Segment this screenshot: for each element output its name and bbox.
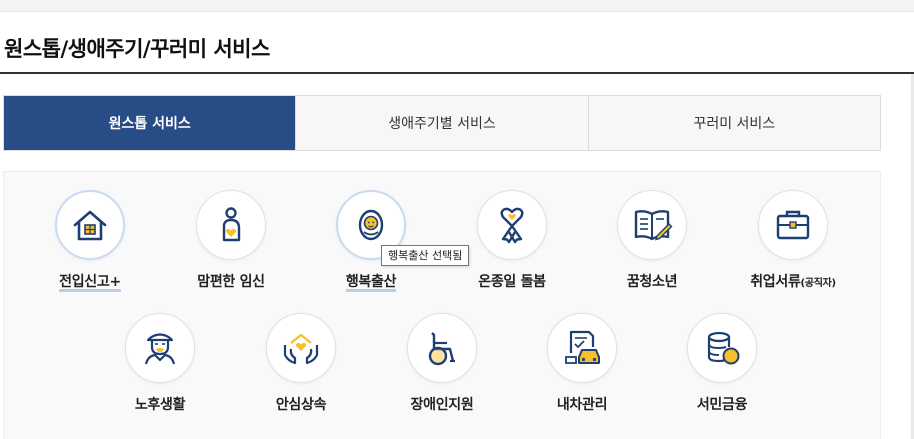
- service-all-day-care[interactable]: 온종일 돌봄: [452, 190, 572, 291]
- service-icon-circle: [125, 313, 195, 383]
- coins-icon: [707, 331, 740, 365]
- service-youth-dream[interactable]: 꿈청소년: [592, 190, 712, 291]
- service-label: 장애인지원: [410, 397, 474, 413]
- baby-icon: [358, 209, 384, 241]
- service-label: 내차관리: [556, 397, 608, 413]
- service-employment-documents[interactable]: 취업서류(공직자): [733, 190, 853, 291]
- service-icon-circle: [617, 190, 687, 260]
- service-icon-circle: [547, 313, 617, 383]
- service-label: 서민금융: [696, 397, 748, 413]
- open-book-icon: [634, 210, 673, 241]
- service-label: 맘편한 임신: [197, 274, 265, 290]
- car-document-icon: [565, 330, 600, 364]
- ribbon-heart-icon: [500, 207, 524, 244]
- service-disability-support[interactable]: 장애인지원: [382, 313, 502, 414]
- service-tabs: 원스톱 서비스 생애주기별 서비스 꾸러미 서비스: [3, 95, 881, 151]
- briefcase-icon: [776, 210, 810, 240]
- service-pregnancy[interactable]: 맘편한 임신: [171, 190, 291, 291]
- service-label: 행복출산: [345, 274, 397, 290]
- house-icon: [73, 210, 107, 241]
- service-icon-circle: [407, 313, 477, 383]
- pregnant-woman-icon: [222, 207, 241, 242]
- service-label: 안심상속: [275, 397, 327, 413]
- tab-lifecycle[interactable]: 생애주기별 서비스: [296, 96, 589, 150]
- service-retirement-life[interactable]: 노후생활: [100, 313, 220, 414]
- service-move-in-report[interactable]: 전입신고+: [30, 190, 150, 291]
- service-my-car-management[interactable]: 내차관리: [522, 313, 642, 414]
- service-label: 취업서류(공직자): [750, 274, 836, 290]
- service-label: 꿈청소년: [626, 274, 678, 290]
- tab-onestop[interactable]: 원스톱 서비스: [4, 96, 297, 150]
- service-label: 온종일 돌봄: [478, 274, 546, 290]
- service-label: 전입신고+: [59, 274, 121, 290]
- tab-package[interactable]: 꾸러미 서비스: [588, 96, 880, 150]
- service-childbirth[interactable]: 행복출산: [311, 190, 431, 291]
- service-icon-circle: [687, 313, 757, 383]
- wheelchair-icon: [428, 332, 455, 366]
- service-icon-circle: [55, 190, 125, 260]
- page-title: 원스톱/생애주기/꾸러미 서비스: [4, 37, 270, 61]
- service-icon-circle: [477, 190, 547, 260]
- service-label: 노후생활: [134, 397, 186, 413]
- service-icon-circle: [196, 190, 266, 260]
- service-icon-circle: [758, 190, 828, 260]
- service-safe-inheritance[interactable]: 안심상속: [241, 313, 361, 414]
- service-microfinance[interactable]: 서민금융: [662, 313, 782, 414]
- elderly-man-icon: [144, 333, 176, 365]
- top-strip: [0, 0, 914, 12]
- title-divider: [0, 72, 914, 74]
- hands-house-heart-icon: [283, 333, 319, 365]
- service-icon-circle: [266, 313, 336, 383]
- hover-tooltip: 행복출산 선택됨: [381, 245, 470, 266]
